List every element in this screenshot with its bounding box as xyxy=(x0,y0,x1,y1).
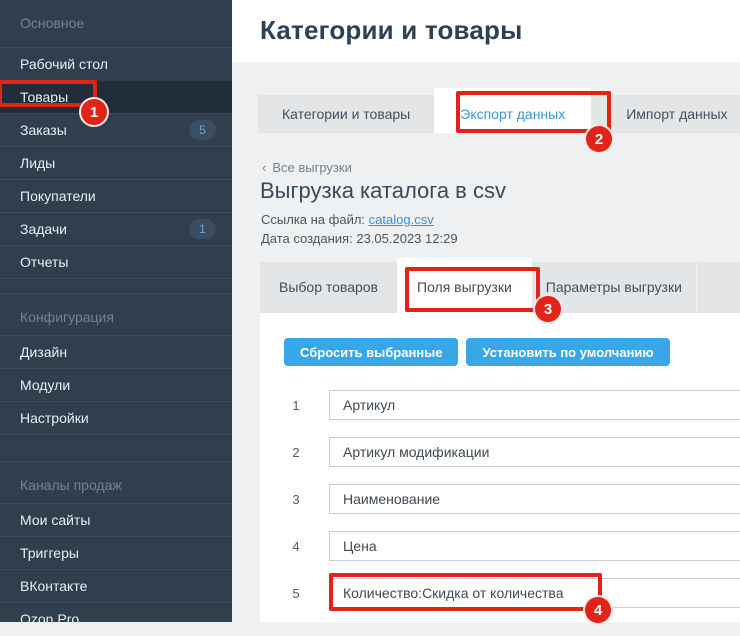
field-number: 2 xyxy=(284,445,308,460)
subtab-export-fields[interactable]: Поля выгрузки xyxy=(397,258,532,313)
sidebar-section-main: Основное Рабочий стол Товары Заказы5 Лид… xyxy=(0,0,232,279)
sidebar-item-reports[interactable]: Отчеты xyxy=(0,245,232,278)
subtab-product-selection[interactable]: Выбор товаров xyxy=(260,262,397,313)
sidebar-item-ozon-pro[interactable]: Ozon Pro xyxy=(0,602,232,635)
sidebar-section-configuration: Конфигурация Дизайн Модули Настройки xyxy=(0,293,232,435)
field-row-3: 3 Наименование xyxy=(284,484,740,514)
field-input-mod-article[interactable]: Артикул модификации xyxy=(329,437,740,467)
reset-selected-button[interactable]: Сбросить выбранные xyxy=(284,338,458,366)
export-subtab-bar: Выбор товаров Поля выгрузки Параметры вы… xyxy=(260,258,740,313)
sidebar-item-triggers[interactable]: Триггеры xyxy=(0,536,232,569)
creation-date-row: Дата создания: 23.05.2023 12:29 xyxy=(261,231,458,246)
sidebar-item-leads[interactable]: Лиды xyxy=(0,146,232,179)
export-fields-panel: Сбросить выбранные Установить по умолчан… xyxy=(260,313,740,622)
sidebar: Основное Рабочий стол Товары Заказы5 Лид… xyxy=(0,0,232,622)
field-input-quantity-discount[interactable]: Количество:Скидка от количества xyxy=(329,578,740,608)
field-row-4: 4 Цена xyxy=(284,531,740,561)
field-input-name[interactable]: Наименование xyxy=(329,484,740,514)
sidebar-item-dashboard[interactable]: Рабочий стол xyxy=(0,47,232,80)
creation-date-value: 23.05.2023 12:29 xyxy=(356,231,457,246)
sidebar-item-customers[interactable]: Покупатели xyxy=(0,179,232,212)
field-row-5: 5 Количество:Скидка от количества xyxy=(284,578,740,608)
chevron-left-icon: ‹ xyxy=(262,160,266,175)
set-default-button[interactable]: Установить по умолчанию xyxy=(466,338,669,366)
sidebar-section-header: Основное xyxy=(0,0,232,47)
sidebar-item-my-sites[interactable]: Мои сайты xyxy=(0,503,232,536)
main-tab-bar: Категории и товары Экспорт данных Импорт… xyxy=(258,88,740,133)
field-number: 4 xyxy=(284,539,308,554)
subtab-export-parameters[interactable]: Параметры выгрузки xyxy=(532,262,696,313)
catalog-csv-link[interactable]: catalog.csv xyxy=(369,212,434,227)
field-number: 1 xyxy=(284,398,308,413)
sidebar-item-modules[interactable]: Модули xyxy=(0,368,232,401)
field-input-price[interactable]: Цена xyxy=(329,531,740,561)
subtab-bar-filler xyxy=(696,262,740,313)
orders-count-badge: 5 xyxy=(189,120,216,140)
field-input-article[interactable]: Артикул xyxy=(329,390,740,420)
file-link-row: Ссылка на файл: catalog.csv xyxy=(261,212,434,227)
sidebar-item-orders[interactable]: Заказы5 xyxy=(0,113,232,146)
sidebar-item-settings[interactable]: Настройки xyxy=(0,401,232,434)
sidebar-item-products[interactable]: Товары xyxy=(0,80,232,113)
page-header: Категории и товары xyxy=(232,0,740,62)
sidebar-item-tasks[interactable]: Задачи1 xyxy=(0,212,232,245)
fields-toolbar: Сбросить выбранные Установить по умолчан… xyxy=(284,338,740,366)
field-number: 5 xyxy=(284,586,308,601)
file-link-label: Ссылка на файл: xyxy=(261,212,365,227)
back-to-exports-link[interactable]: ‹Все выгрузки xyxy=(262,160,352,175)
field-row-1: 1 Артикул xyxy=(284,390,740,420)
creation-date-label: Дата создания: xyxy=(261,231,353,246)
tab-categories-products[interactable]: Категории и товары xyxy=(258,95,434,133)
sidebar-item-design[interactable]: Дизайн xyxy=(0,335,232,368)
content-area: Категории и товары Категории и товары Эк… xyxy=(232,0,740,622)
field-row-2: 2 Артикул модификации xyxy=(284,437,740,467)
sidebar-item-vkontakte[interactable]: ВКонтакте xyxy=(0,569,232,602)
tab-import-data[interactable]: Импорт данных xyxy=(591,95,740,133)
tasks-count-badge: 1 xyxy=(189,219,216,239)
export-title: Выгрузка каталога в csv xyxy=(260,178,506,204)
sidebar-section-header: Конфигурация xyxy=(0,293,232,335)
tab-export-data[interactable]: Экспорт данных xyxy=(434,88,591,133)
field-number: 3 xyxy=(284,492,308,507)
page-title: Категории и товары xyxy=(260,15,523,46)
export-fields-list: 1 Артикул 2 Артикул модификации 3 Наимен… xyxy=(284,390,740,608)
sidebar-section-sales-channels: Каналы продаж Мои сайты Триггеры ВКонтак… xyxy=(0,461,232,636)
sidebar-section-header: Каналы продаж xyxy=(0,461,232,503)
